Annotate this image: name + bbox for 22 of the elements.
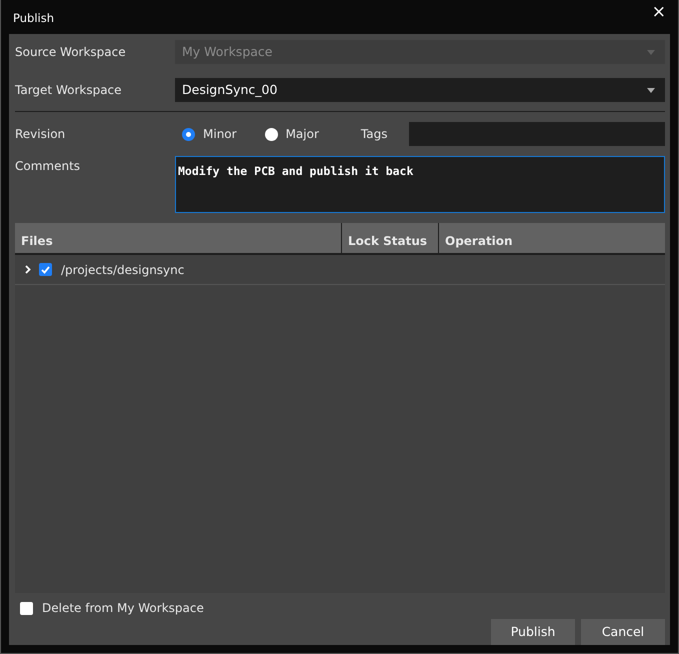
field-label: Revision [15,126,66,143]
checkbox[interactable] [20,602,33,614]
dialog-button[interactable]: Cancel [581,619,665,645]
radio-option[interactable]: Major [264,125,319,143]
expand-icon[interactable] [23,265,32,274]
column-header[interactable]: Files [15,223,342,253]
target-workspace-dropdown[interactable]: DesignSync_00 [175,78,665,102]
tags-field[interactable] [409,122,665,146]
file-path: /projects/designsync [61,262,184,278]
field-label: Source Workspace [15,44,127,61]
checkbox-label: Delete from My Workspace [42,600,204,617]
column-header[interactable]: Operation [439,223,665,253]
field-label: Target Workspace [15,82,123,99]
field-label: Comments [15,158,82,175]
close-button[interactable]: × [652,4,666,20]
window-title: Publish [13,10,54,28]
field-label: Tags [360,126,388,143]
checkbox[interactable] [39,263,52,276]
column-header[interactable]: Lock Status [342,223,439,253]
dialog-button[interactable]: Publish [491,619,575,645]
comments-field[interactable]: Modify the PCB and publish it back [175,156,665,213]
radio-option[interactable]: Minor [182,125,237,143]
